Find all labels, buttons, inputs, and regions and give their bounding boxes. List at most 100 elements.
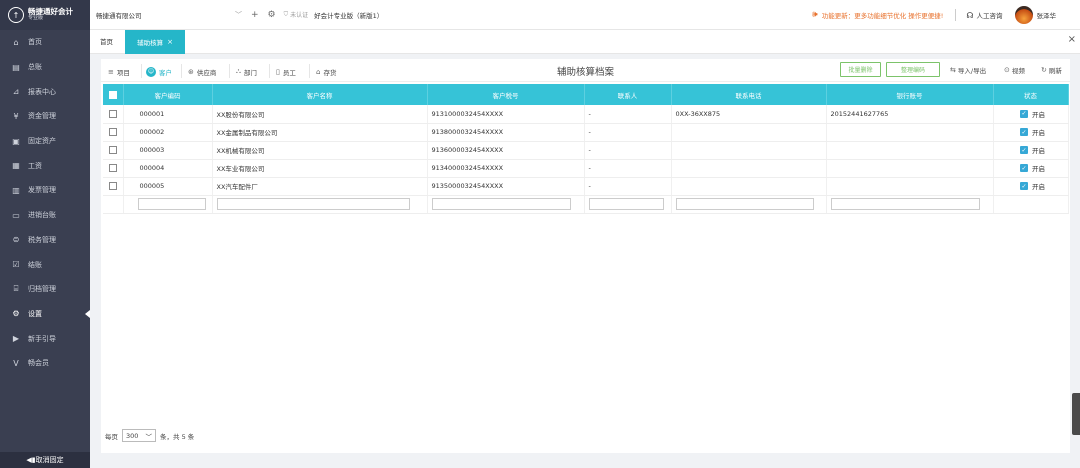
tab-home[interactable]: 首页 <box>100 30 113 54</box>
select-all-checkbox-cell[interactable] <box>103 84 124 105</box>
video-label: 视频 <box>1011 67 1025 75</box>
new-customer-contact-input[interactable] <box>588 197 664 210</box>
status-cell[interactable]: ✓ 开启 <box>993 159 1069 178</box>
row-checkbox-cell[interactable] <box>103 123 124 142</box>
customer-contact: - <box>584 105 672 124</box>
row-checkbox[interactable] <box>108 109 117 118</box>
sidebar-item-label: 畅会员 <box>28 359 49 368</box>
unpin-sidebar-button[interactable]: ◀▮取消固定 <box>0 452 90 468</box>
sidebar-item-label: 税务管理 <box>28 235 56 244</box>
category-tab-project[interactable]: ≡ 项目 <box>108 65 130 78</box>
status-cell[interactable]: ✓ 开启 <box>993 141 1069 160</box>
side-scroll-handle[interactable] <box>1072 393 1080 435</box>
close-all-tabs-icon[interactable]: × <box>1068 34 1076 45</box>
per-page-select[interactable]: 300 ﹀ <box>122 429 156 442</box>
sidebar-item-settings[interactable]: ⚙ 设置 <box>0 302 90 327</box>
column-header[interactable]: 客户编码 <box>123 84 213 105</box>
table-row[interactable]: 000002 XX金属制品有限公司 9138000032454XXXX - ✓ 开… <box>103 123 1069 142</box>
check-icon[interactable]: ✓ <box>1020 164 1028 172</box>
new-customer-phone-input[interactable] <box>675 197 814 210</box>
sidebar-item-close-period[interactable]: ☑ 结账 <box>0 252 90 277</box>
support-button[interactable]: ☊ 人工咨询 <box>966 10 1002 21</box>
customer-table: 客户编码 客户名称 客户税号 联系人 联系电话 银行账号 状态 000001 X… <box>103 84 1069 214</box>
close-icon[interactable]: × <box>167 38 173 46</box>
add-icon[interactable]: + <box>251 10 259 20</box>
column-header[interactable]: 联系人 <box>584 84 672 105</box>
new-customer-code-input[interactable] <box>137 197 206 210</box>
certification-status[interactable]: ⛉ 未认证 <box>284 10 309 20</box>
gear-icon: ⚙ <box>12 309 20 319</box>
customer-contact: - <box>584 123 672 142</box>
sidebar-item-funds[interactable]: ¥ 资金管理 <box>0 104 90 129</box>
gear-icon[interactable]: ⚙ <box>268 10 276 20</box>
sidebar-item-salary[interactable]: ▦ 工资 <box>0 153 90 178</box>
topbar: 畅捷通有限公司 ﹀ + ⚙ ⛉ 未认证 好会计专业版（新版1） 🕪 功能更新：更多… <box>90 0 1080 30</box>
row-checkbox[interactable] <box>108 146 117 154</box>
import-export-button[interactable]: ⇆ 导入/导出 <box>950 64 986 76</box>
row-checkbox[interactable] <box>108 182 117 190</box>
batch-delete-button[interactable]: 批量删除 <box>840 62 881 77</box>
customer-bank-account <box>826 123 994 142</box>
avatar[interactable] <box>1014 6 1033 24</box>
tab-label: 辅助核算 <box>137 39 164 47</box>
row-checkbox-cell[interactable] <box>103 159 124 178</box>
status-cell[interactable]: ✓ 开启 <box>993 105 1069 124</box>
check-icon[interactable]: ✓ <box>1020 128 1028 136</box>
column-header[interactable]: 客户税号 <box>427 84 585 105</box>
select-all-checkbox[interactable] <box>108 90 117 99</box>
status-cell[interactable]: ✓ 开启 <box>993 123 1069 142</box>
column-header[interactable]: 客户名称 <box>212 84 428 105</box>
column-header[interactable]: 状态 <box>993 84 1069 105</box>
row-checkbox[interactable] <box>108 128 117 136</box>
column-header[interactable]: 联系电话 <box>671 84 827 105</box>
brand[interactable]: ↑ 畅捷通好会计 专业版 <box>0 0 90 30</box>
sidebar-item-reports[interactable]: ⊿ 报表中心 <box>0 79 90 104</box>
divider <box>229 64 230 78</box>
sidebar-item-vip[interactable]: V 畅会员 <box>0 351 90 376</box>
status-cell[interactable]: ✓ 开启 <box>993 177 1069 196</box>
fund-icon: ¥ <box>13 111 19 121</box>
sidebar-item-tax[interactable]: ⊜ 税务管理 <box>0 228 90 253</box>
table-row[interactable]: 000005 XX汽车配件厂 9135000032454XXXX - ✓ 开启 <box>103 177 1069 196</box>
sidebar-item-assets[interactable]: ▣ 固定资产 <box>0 129 90 154</box>
row-checkbox-cell[interactable] <box>103 177 124 196</box>
table-row[interactable]: 000004 XX车业有限公司 9134000032454XXXX - ✓ 开启 <box>103 159 1069 178</box>
check-icon[interactable]: ✓ <box>1020 182 1028 190</box>
username[interactable]: 张泽华 <box>1037 10 1057 20</box>
sidebar-item-invoices[interactable]: ▥ 发票管理 <box>0 178 90 203</box>
category-tab-department[interactable]: ⛬ 部门 <box>236 65 257 78</box>
category-label: 存货 <box>323 68 337 77</box>
sidebar-item-archive[interactable]: ⌸ 归档管理 <box>0 277 90 302</box>
category-tab-stock[interactable]: ⌂ 存货 <box>316 65 336 78</box>
check-icon[interactable]: ✓ <box>1020 109 1028 118</box>
table-row[interactable]: 000003 XX机械有限公司 9136000032454XXXX - ✓ 开启 <box>103 141 1069 160</box>
column-header[interactable]: 银行账号 <box>826 84 994 105</box>
new-customer-tax-input[interactable] <box>431 197 572 210</box>
table-row[interactable]: 000001 XX股份有限公司 9131000032454XXXX - 0XX-… <box>103 105 1069 124</box>
reorder-codes-button[interactable]: 整理编码 <box>886 62 940 77</box>
customer-phone <box>671 177 827 196</box>
check-icon[interactable]: ✓ <box>1020 146 1028 154</box>
cert-status-text: 未认证 <box>290 12 309 19</box>
category-tab-supplier[interactable]: ⊛ 供应商 <box>188 65 216 78</box>
new-customer-name-input[interactable] <box>216 197 410 210</box>
row-checkbox[interactable] <box>108 164 117 172</box>
new-name-cell <box>212 195 428 214</box>
refresh-button[interactable]: ↻ 刷新 <box>1041 64 1062 76</box>
customer-phone <box>671 141 827 160</box>
video-button[interactable]: ⊙ 视频 <box>1004 64 1025 76</box>
company-selector[interactable]: 畅捷通有限公司 ﹀ <box>96 10 242 20</box>
sidebar-item-inventory[interactable]: ▭ 进销台账 <box>0 203 90 228</box>
update-notice[interactable]: 🕪 功能更新：更多功能细节优化 操作更便捷! <box>812 10 943 20</box>
row-checkbox-cell[interactable] <box>103 141 124 160</box>
tab-auxiliary-accounting[interactable]: 辅助核算 × <box>125 30 185 54</box>
sidebar-item-label: 资金管理 <box>28 112 56 121</box>
row-checkbox-cell[interactable] <box>103 105 124 124</box>
customer-tax-id: 9135000032454XXXX <box>427 177 585 196</box>
sidebar-item-ledger[interactable]: ▤ 总账 <box>0 55 90 80</box>
sidebar-item-home[interactable]: ⌂ 首页 <box>0 30 90 55</box>
category-tab-employee[interactable]: ▯ 员工 <box>276 65 296 78</box>
new-customer-bank-input[interactable] <box>830 197 980 210</box>
sidebar-item-guide[interactable]: ▶ 新手引导 <box>0 326 90 351</box>
category-tab-customer[interactable]: ☺ 客户 <box>146 65 172 78</box>
